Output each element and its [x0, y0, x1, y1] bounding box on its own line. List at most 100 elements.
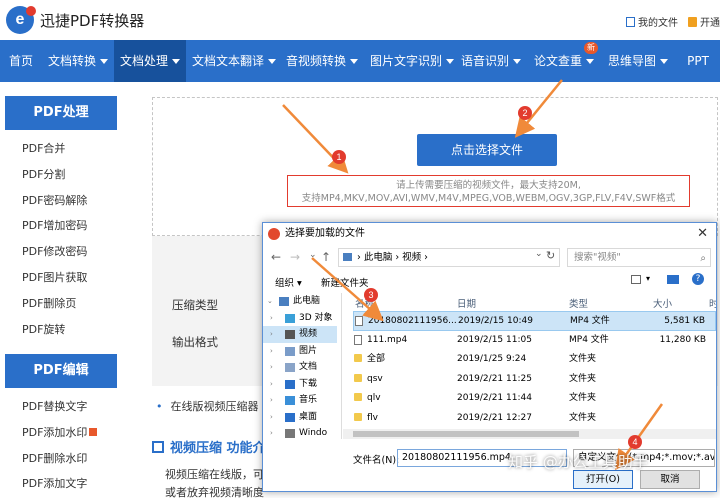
nav-pane-item[interactable]: › 文档 — [263, 359, 337, 376]
expand-icon[interactable]: › — [270, 343, 273, 360]
dialog-title: 选择要加载的文件 — [285, 228, 365, 239]
view-dropdown-icon[interactable]: ▾ — [646, 274, 650, 283]
nav-item-label: 图片文字识别 — [370, 54, 443, 68]
expand-icon[interactable]: › — [270, 359, 273, 376]
close-icon[interactable]: ✕ — [697, 223, 708, 245]
cancel-button[interactable]: 取消 — [640, 470, 700, 489]
nav-item-3[interactable]: 文档文本翻译 — [186, 40, 280, 82]
folder-icon — [354, 373, 362, 382]
select-file-button[interactable]: 点击选择文件 — [417, 134, 557, 166]
preview-pane-icon[interactable] — [667, 275, 679, 284]
folder-icon — [354, 354, 362, 362]
watermark: 知乎 @办公工具助手 — [508, 453, 648, 471]
nav-item-4[interactable]: 音视频转换 — [280, 40, 364, 82]
desc-line1: 视频压缩在线版，可 — [165, 468, 264, 481]
sidebar-item[interactable]: PDF删除水印 — [5, 446, 117, 472]
nav-item-label: 首页 — [8, 54, 33, 68]
help-icon[interactable]: ? — [692, 273, 704, 285]
expand-icon[interactable]: › — [270, 392, 273, 409]
sidebar-item-label: PDF增加密码 — [22, 219, 88, 233]
nav-item-8[interactable]: 思维导图 — [600, 40, 676, 82]
nav-item-label: PPT — [687, 54, 709, 68]
nav-item-0[interactable]: 首页 — [0, 40, 42, 82]
navigation-pane: ⌄ 此电脑 › 3D 对象 › 视频 › 图片 › 文档 › 下载 › 音乐 › 桌面 › Windo — [263, 293, 337, 439]
expand-icon[interactable]: › — [270, 425, 273, 439]
address-bar[interactable]: › 此电脑 › 视频 › — [338, 248, 560, 267]
nav-item-7[interactable]: 论文查重新 — [528, 40, 600, 82]
file-type: MP4 文件 — [570, 316, 610, 326]
dialog-toolbar: 组织 ▾ 新建文件夹 ▾ ? — [263, 271, 716, 291]
forward-arrow-icon[interactable]: → — [290, 250, 300, 264]
nav-pane-item[interactable]: › 音乐 — [263, 392, 337, 409]
sidebar-item[interactable]: PDF修改密码 — [5, 239, 117, 265]
sidebar-item[interactable]: PDF密码解除 — [5, 188, 117, 214]
scrollbar-thumb[interactable] — [353, 431, 579, 437]
file-row[interactable]: 111.mp4 2019/2/15 11:05 MP4 文件 11,280 KB — [353, 331, 716, 351]
file-date: 2019/2/21 11:25 — [457, 373, 532, 384]
expand-icon[interactable]: ⌄ — [267, 293, 273, 310]
sidebar-item-label: PDF分割 — [22, 167, 66, 181]
column-extra[interactable]: 时 — [709, 296, 716, 310]
nav-pane-item[interactable]: › 下载 — [263, 376, 337, 393]
nav-item-label: 文档文本翻译 — [192, 54, 265, 68]
step-marker-1: 1 — [332, 150, 346, 164]
sidebar-item[interactable]: PDF分割 — [5, 162, 117, 188]
nav-item-9[interactable]: PPT — [676, 40, 720, 82]
folder-icon — [354, 412, 362, 421]
column-type[interactable]: 类型 — [569, 296, 588, 310]
nav-item-6[interactable]: 语音识别 — [454, 40, 528, 82]
recent-locations-icon[interactable]: ⌄ — [309, 250, 317, 260]
folder-icon — [285, 330, 295, 339]
back-arrow-icon[interactable]: ← — [271, 250, 281, 264]
my-files-link[interactable]: 我的文件 — [626, 14, 678, 29]
expand-icon[interactable]: › — [270, 376, 273, 393]
organize-menu[interactable]: 组织 ▾ — [275, 275, 302, 289]
folder-icon — [285, 346, 295, 356]
new-folder-button[interactable]: 新建文件夹 — [321, 275, 369, 289]
nav-pane-item[interactable]: › Windo — [263, 425, 337, 439]
open-vip-link[interactable]: 开通 — [688, 14, 720, 29]
file-name: 全部 — [367, 354, 386, 364]
nav-item-5[interactable]: 图片文字识别 — [364, 40, 455, 82]
sidebar-item[interactable]: PDF旋转 — [5, 317, 117, 343]
sidebar-item[interactable]: PDF图片获取 — [5, 265, 117, 291]
caret-down-icon — [446, 59, 455, 64]
expand-icon[interactable]: › — [270, 326, 273, 343]
file-row[interactable]: 全部 2019/1/25 9:24 文件夹 — [353, 350, 716, 370]
nav-pane-item[interactable]: › 视频 — [263, 326, 337, 343]
file-row[interactable]: qsv 2019/2/21 11:25 文件夹 — [353, 370, 716, 390]
view-options-icon[interactable] — [631, 275, 641, 284]
nav-pane-item[interactable]: › 3D 对象 — [263, 310, 337, 327]
file-date: 2019/2/15 10:49 — [458, 316, 533, 326]
chevron-down-icon[interactable]: ⌄ — [535, 249, 543, 259]
expand-icon[interactable]: › — [270, 310, 273, 327]
nav-pane-item[interactable]: ⌄ 此电脑 — [263, 293, 337, 310]
nav-item-2[interactable]: 文档处理 — [114, 40, 186, 82]
file-row[interactable]: 20180802111956... 2019/2/15 10:49 MP4 文件 5,… — [353, 311, 716, 331]
section-title: 视频压缩 功能介 — [152, 437, 266, 456]
caret-down-icon — [172, 59, 181, 64]
expand-icon[interactable]: › — [270, 409, 273, 426]
pane-divider[interactable] — [341, 293, 342, 439]
file-row[interactable]: qlv 2019/2/21 11:44 文件夹 — [353, 389, 716, 409]
sidebar-item[interactable]: PDF删除页 — [5, 291, 117, 317]
file-row[interactable]: flv 2019/2/21 12:27 文件夹 — [353, 409, 716, 429]
upload-drop-zone[interactable] — [152, 97, 718, 236]
sidebar-item[interactable]: PDF增加密码 — [5, 213, 117, 239]
sidebar-item[interactable]: PDF合并 — [5, 136, 117, 162]
sidebar-item[interactable]: PDF添加文字 — [5, 471, 117, 497]
open-button[interactable]: 打开(O) — [573, 470, 633, 489]
search-input[interactable]: 搜索"视频" ⌕ — [567, 248, 711, 267]
top-bar: e 迅捷PDF转换器 我的文件 开通 — [0, 0, 720, 40]
horizontal-scrollbar[interactable] — [343, 429, 716, 439]
up-arrow-icon[interactable]: ↑ — [321, 250, 331, 264]
sidebar-item[interactable]: PDF添加水印 — [5, 420, 117, 446]
computer-icon — [343, 253, 352, 261]
column-date[interactable]: 日期 — [457, 296, 476, 310]
sidebar-item[interactable]: PDF替换文字 — [5, 394, 117, 420]
refresh-icon[interactable]: ↻ — [546, 249, 555, 262]
column-size[interactable]: 大小 — [653, 296, 672, 310]
nav-pane-item[interactable]: › 桌面 — [263, 409, 337, 426]
nav-pane-item[interactable]: › 图片 — [263, 343, 337, 360]
nav-item-1[interactable]: 文档转换 — [42, 40, 114, 82]
